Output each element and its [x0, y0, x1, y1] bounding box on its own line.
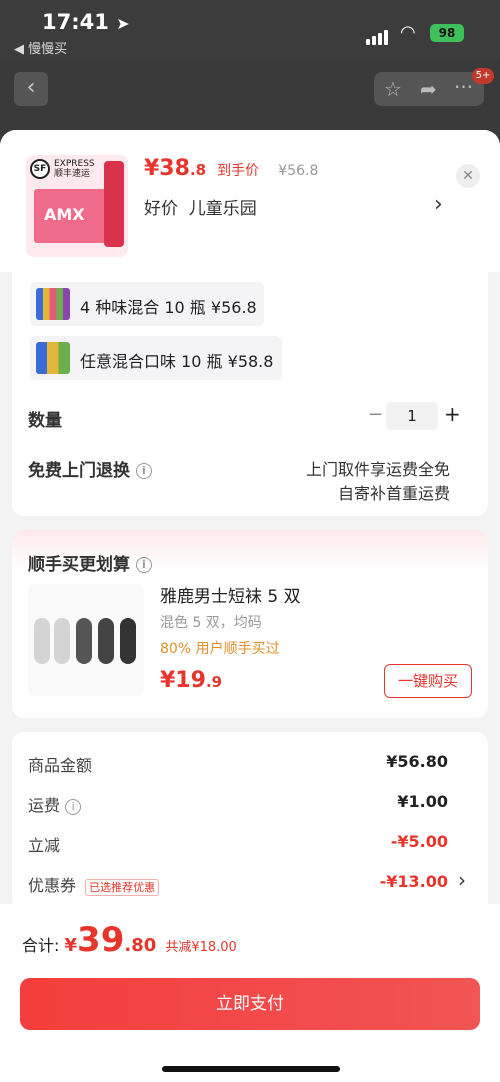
option-item[interactable]: 任意混合口味 10 瓶 ¥58.8	[30, 336, 282, 380]
quantity-value[interactable]: 1	[386, 402, 438, 430]
minus-button[interactable]: −	[368, 404, 383, 425]
option-item[interactable]: 4 种味混合 10 瓶 ¥56.8	[30, 282, 264, 326]
back-to-app-link[interactable]: ◀ 慢慢买	[14, 38, 67, 57]
return-line-1: 上门取件享运费全免	[305, 460, 450, 479]
close-icon[interactable]: ✕	[456, 164, 480, 188]
original-price: ¥56.8	[278, 163, 319, 179]
summary-value: -¥5.00	[390, 832, 448, 851]
option-thumbnail	[36, 342, 70, 374]
info-icon[interactable]: i	[135, 557, 152, 573]
summary-value: ¥56.80	[386, 752, 448, 771]
status-time: 17:41 ➤	[42, 10, 130, 34]
info-icon[interactable]: i	[135, 463, 152, 479]
battery-indicator: 98	[430, 24, 464, 42]
summary-value: -¥13.00	[379, 872, 448, 891]
total-saved: 共减¥18.00	[165, 940, 237, 955]
product-tags: 好价 儿童乐园	[144, 199, 257, 219]
total-amount: 合计: ¥39.80 共减¥18.00	[22, 920, 237, 960]
back-icon[interactable]: ‹	[14, 72, 48, 106]
quantity-stepper: − 1 +	[364, 402, 464, 430]
addon-price: ¥19.9	[160, 668, 223, 693]
return-line-2: 自寄补首重运费	[337, 484, 450, 503]
addon-name: 雅鹿男士短袜 5 双	[160, 587, 301, 607]
notification-badge: 5+	[472, 68, 494, 84]
sf-express-logo: SF	[30, 159, 50, 179]
star-icon[interactable]: ☆	[384, 77, 402, 101]
coupon-tag: 已选推荐优惠	[85, 878, 160, 896]
addon-spec: 混色 5 双，均码	[160, 615, 262, 631]
quantity-label: 数量	[28, 411, 62, 431]
coupon-chevron-icon[interactable]: ›	[458, 868, 466, 892]
chevron-right-icon[interactable]: ›	[434, 192, 443, 217]
return-label: 免费上门退换 i	[28, 456, 152, 481]
info-icon[interactable]: i	[65, 798, 82, 815]
addon-title: 顺手买更划算 i	[28, 550, 152, 575]
pay-now-button[interactable]: 立即支付	[20, 978, 480, 1030]
product-image: SF EXPRESS 顺丰速运 AMX	[26, 155, 128, 257]
summary-label[interactable]: 优惠券 已选推荐优惠	[28, 872, 160, 896]
summary-value: ¥1.00	[397, 792, 448, 811]
plus-button[interactable]: +	[444, 402, 461, 426]
sf-express-text: EXPRESS 顺丰速运	[54, 159, 95, 179]
background-action-group: ☆ ➦ ···	[374, 72, 484, 106]
more-icon[interactable]: ···	[454, 75, 473, 99]
share-icon[interactable]: ➦	[420, 77, 437, 101]
summary-label: 商品金额	[28, 756, 93, 775]
wifi-icon: ◠	[400, 22, 416, 43]
one-click-buy-button[interactable]: 一键购买	[384, 664, 472, 698]
addon-social-proof: 80% 用户顺手买过	[160, 641, 280, 657]
summary-label: 运费 i	[28, 792, 82, 816]
summary-label: 立减	[28, 836, 61, 855]
home-indicator	[162, 1066, 340, 1072]
addon-image	[28, 584, 144, 696]
product-price: ¥38.8 到手价 ¥56.8	[144, 156, 319, 181]
option-thumbnail	[36, 288, 70, 320]
signal-icon	[366, 26, 390, 45]
